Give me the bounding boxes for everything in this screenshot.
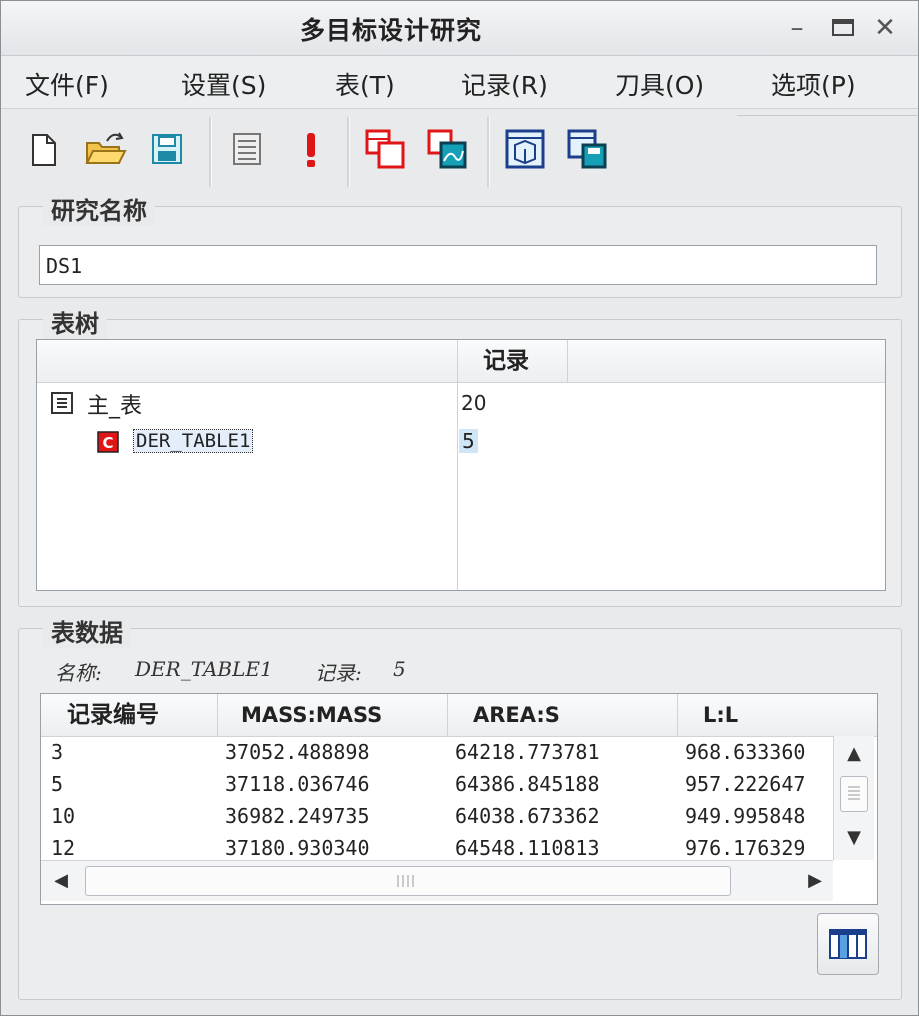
title-bar: 多目标设计研究 – ✕ xyxy=(1,1,918,56)
model-view-icon xyxy=(505,129,545,169)
table-data-group: 表数据 名称: DER_TABLE1 记录: 5 记录编号 MASS:MASS … xyxy=(18,613,902,1000)
maximize-icon xyxy=(832,19,854,36)
alert-icon xyxy=(307,133,315,167)
scroll-left-button[interactable]: ◀ xyxy=(43,863,79,899)
copy-table-icon xyxy=(365,129,405,169)
cell-area: 64386.845188 xyxy=(455,772,600,796)
table-records-value: 5 xyxy=(393,657,406,681)
vertical-scrollbar[interactable]: ▲ ▼ xyxy=(833,736,874,860)
column-header-length[interactable]: L:L xyxy=(703,694,738,736)
study-name-group: 研究名称 DS1 xyxy=(18,191,902,298)
cell-length: 968.633360 xyxy=(685,740,806,764)
copy-table-button[interactable] xyxy=(363,127,407,171)
save-table-icon xyxy=(567,129,607,169)
horizontal-scroll-thumb[interactable] xyxy=(85,866,731,896)
minimize-icon: – xyxy=(790,13,804,43)
menu-record[interactable]: 记录(R) xyxy=(461,66,548,102)
list-button[interactable] xyxy=(225,127,269,171)
horizontal-scrollbar[interactable]: ◀ ▶ xyxy=(41,860,833,901)
column-header-area[interactable]: AREA:S xyxy=(473,694,560,736)
table-tree[interactable]: 记录 主_表 20 C DER_TABLE1 5 xyxy=(36,339,886,591)
cell-area: 64038.673362 xyxy=(455,804,600,828)
column-header-mass[interactable]: MASS:MASS xyxy=(241,694,382,736)
list-icon xyxy=(233,133,261,165)
tree-row-records: 5 xyxy=(459,429,478,453)
chart-table-button[interactable] xyxy=(425,127,469,171)
arrow-up-icon: ▲ xyxy=(847,743,861,764)
data-table[interactable]: 记录编号 MASS:MASS AREA:S L:L 3 37052.488898… xyxy=(40,693,878,905)
svg-text:C: C xyxy=(102,434,113,452)
column-settings-button[interactable] xyxy=(817,913,879,975)
table-name-value: DER_TABLE1 xyxy=(135,657,273,681)
menu-options[interactable]: 选项(P) xyxy=(771,66,856,102)
save-icon xyxy=(152,134,182,164)
tree-row-name: 主_表 xyxy=(87,394,143,419)
arrow-left-icon: ◀ xyxy=(54,870,68,891)
grip-icon xyxy=(397,875,414,887)
column-header-records[interactable]: 记录 xyxy=(483,340,529,382)
table-tree-group: 表树 记录 主_表 20 C DER_TABLE1 5 xyxy=(18,304,902,607)
new-button[interactable] xyxy=(21,127,65,171)
scroll-up-button[interactable]: ▲ xyxy=(836,736,872,772)
table-header: 记录编号 MASS:MASS AREA:S L:L xyxy=(41,694,877,737)
new-document-icon xyxy=(32,134,56,166)
model-view-button[interactable] xyxy=(503,127,547,171)
table-node-icon xyxy=(51,392,73,414)
main-window: 多目标设计研究 – ✕ 文件(F) 设置(S) 表(T) 记录(R) 刀具(O)… xyxy=(0,0,919,1016)
close-icon: ✕ xyxy=(874,13,896,43)
arrow-right-icon: ▶ xyxy=(808,870,822,891)
grip-icon xyxy=(848,786,860,800)
close-button[interactable]: ✕ xyxy=(867,11,903,45)
minimize-button[interactable]: – xyxy=(779,11,815,45)
cell-area: 64548.110813 xyxy=(455,836,600,860)
vertical-scroll-thumb[interactable] xyxy=(840,776,868,812)
cell-record-number: 3 xyxy=(51,740,64,764)
tree-row-records: 20 xyxy=(461,391,487,415)
window-title: 多目标设计研究 xyxy=(299,16,482,45)
study-name-label: 研究名称 xyxy=(43,191,155,226)
cell-mass: 37118.036746 xyxy=(225,772,370,796)
table-records-label: 记录: xyxy=(315,661,362,685)
maximize-button[interactable] xyxy=(825,11,861,45)
save-button[interactable] xyxy=(145,127,189,171)
scroll-down-button[interactable]: ▼ xyxy=(836,820,872,856)
component-table-icon: C xyxy=(97,431,119,453)
cell-record-number: 10 xyxy=(51,804,76,828)
open-button[interactable] xyxy=(83,127,127,171)
cell-mass: 37180.930340 xyxy=(225,836,370,860)
cell-record-number: 5 xyxy=(51,772,64,796)
cell-record-number: 12 xyxy=(51,836,76,860)
chart-table-icon xyxy=(427,129,467,169)
cell-length: 957.222647 xyxy=(685,772,806,796)
save-table-button[interactable] xyxy=(565,127,609,171)
menu-file[interactable]: 文件(F) xyxy=(25,66,109,102)
column-header-record-number[interactable]: 记录编号 xyxy=(67,694,159,736)
menu-bar: 文件(F) 设置(S) 表(T) 记录(R) 刀具(O) 选项(P) xyxy=(1,56,918,109)
open-folder-icon xyxy=(85,132,127,164)
cell-area: 64218.773781 xyxy=(455,740,600,764)
scroll-right-button[interactable]: ▶ xyxy=(797,863,833,899)
study-name-field[interactable]: DS1 xyxy=(39,245,877,285)
menu-table[interactable]: 表(T) xyxy=(335,66,395,102)
alert-button[interactable] xyxy=(289,127,333,171)
tree-row-name-selected: DER_TABLE1 xyxy=(133,429,254,453)
table-tree-label: 表树 xyxy=(43,304,107,339)
cell-length: 949.995848 xyxy=(685,804,806,828)
menu-settings[interactable]: 设置(S) xyxy=(181,66,266,102)
table-data-label: 表数据 xyxy=(43,613,131,648)
cell-length: 976.176329 xyxy=(685,836,806,860)
tree-header: 记录 xyxy=(37,340,885,383)
cell-mass: 37052.488898 xyxy=(225,740,370,764)
cell-mass: 36982.249735 xyxy=(225,804,370,828)
toolbar xyxy=(1,109,918,189)
arrow-down-icon: ▼ xyxy=(847,827,861,848)
menu-tools[interactable]: 刀具(O) xyxy=(615,66,704,102)
table-name-label: 名称: xyxy=(55,661,102,685)
columns-icon xyxy=(829,929,867,959)
